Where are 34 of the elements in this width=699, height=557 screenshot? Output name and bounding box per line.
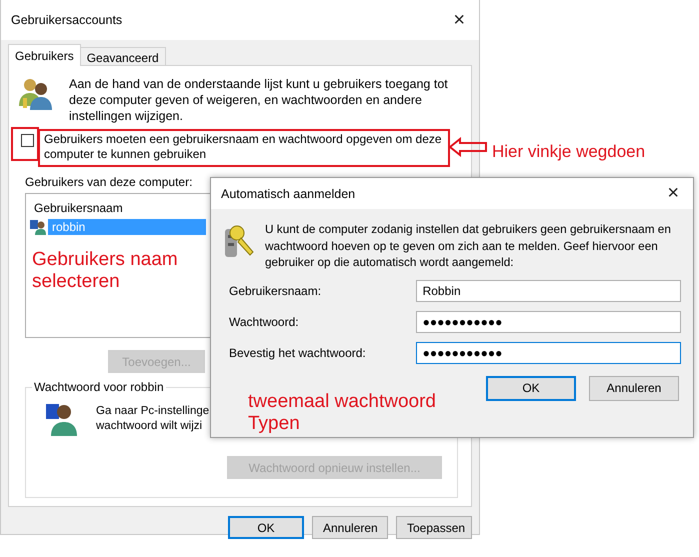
dialog-button[interactable]: Annuleren <box>312 516 388 539</box>
field-label: Gebruikersnaam: <box>229 284 322 298</box>
users-icon <box>17 76 53 112</box>
description-text: wachtwoord wilt wijzi <box>96 419 204 434</box>
checkbox-label: Gebruikers moeten een gebruikersnaam en wachtwoord opgeven om deze computer te kunnen gebruiken <box>38 129 450 167</box>
annotation-text: tweemaal wachtwoord Typen <box>248 391 437 435</box>
tab[interactable]: Geavanceerd <box>80 47 166 66</box>
close-button[interactable]: × <box>663 182 683 205</box>
window-title: Gebruikersaccounts <box>11 13 122 27</box>
annotation-text: Hier vinkje wegdoen <box>492 141 646 163</box>
highlight-frame <box>11 127 39 161</box>
dialog-button[interactable]: OK <box>486 376 576 400</box>
field-label: Wachtwoord: <box>229 314 300 328</box>
checkbox[interactable] <box>21 134 34 147</box>
dialog-button[interactable]: OK <box>228 516 304 539</box>
window-title: Automatisch aanmelden <box>221 186 356 200</box>
user-icon <box>30 219 46 235</box>
description-text: U kunt de computer zodanig instellen dat gebruikers geen gebruikersnaam en wachtwoord hoeven op te geven om zich aan te melden. Geef hiervoor een gebruiker op die automatisch wordt aangemeld: <box>265 221 672 270</box>
tab[interactable]: Gebruikers <box>8 44 81 66</box>
group-title: Wachtwoord voor robbin <box>32 380 166 394</box>
input-field[interactable]: ●●●●●●●●●●● <box>416 310 681 332</box>
description-text: Aan de hand van de onderstaande lijst kunt u gebruikers toegang tot deze computer geven of weigeren, en wachtwoorden en andere instellingen wijzigen. <box>69 76 449 124</box>
field-label: Bevestig het wachtwoord: <box>229 346 367 360</box>
list-label: Gebruikers van deze computer: <box>25 175 194 189</box>
pointer-arrow <box>448 137 488 157</box>
description-text: Ga naar Pc-instellinge <box>96 404 210 419</box>
column-header: Gebruikersnaam <box>33 200 124 217</box>
input-field[interactable]: Robbin <box>416 280 681 302</box>
annotation-text: Gebruikers naam selecteren <box>32 249 179 293</box>
close-button[interactable]: × <box>449 8 469 32</box>
dialog-button[interactable]: Toepassen <box>396 516 472 539</box>
user-icon <box>46 402 78 436</box>
dialog-button[interactable]: Annuleren <box>589 376 679 400</box>
input-field[interactable]: ●●●●●●●●●●● <box>416 342 681 364</box>
